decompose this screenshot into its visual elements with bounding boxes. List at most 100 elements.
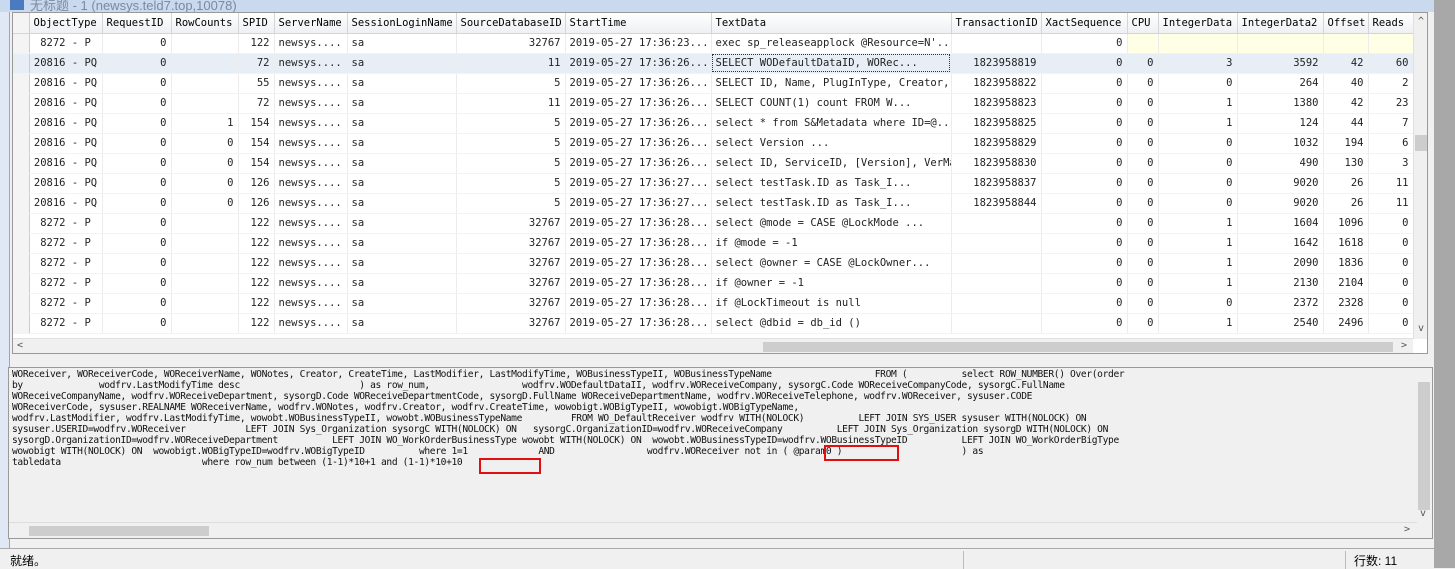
table-row[interactable]: 8272 - P 0 122 newsys.... sa 32767 2019-05-27 … xyxy=(13,213,1414,234)
row-header[interactable] xyxy=(13,253,30,274)
table-row[interactable]: 20816 - PQ 0 0 154 newsys.... sa 5 2019-05-27 1… xyxy=(13,153,1414,174)
text-horizontal-scrollbar[interactable]: > xyxy=(9,522,1417,538)
table-row[interactable]: 8272 - P 0 122 newsys.... sa 32767 2019-05-27 … xyxy=(13,233,1414,254)
row-header[interactable] xyxy=(13,153,30,174)
column-header-transactionid[interactable]: TransactionID xyxy=(951,13,1042,34)
cell-starttime: 2019-05-27 17:36:27... xyxy=(565,193,712,214)
row-header[interactable] xyxy=(13,73,30,94)
row-header[interactable] xyxy=(13,33,30,54)
row-header[interactable] xyxy=(13,313,30,334)
column-header-reads[interactable]: Reads xyxy=(1368,13,1414,34)
table-row[interactable]: 8272 - P 0 122 newsys.... sa 32767 2019-05-27 … xyxy=(13,33,1414,54)
column-header-textdata[interactable]: TextData xyxy=(711,13,952,34)
table-row[interactable]: 8272 - P 0 122 newsys.... sa 32767 2019-05-27 … xyxy=(13,253,1414,274)
column-header-integerdata2[interactable]: IntegerData2 xyxy=(1237,13,1324,34)
cell-objecttype: 8272 - P xyxy=(29,33,103,54)
cell-integerdata: 0 xyxy=(1158,193,1238,214)
column-header-rowcounts[interactable]: RowCounts xyxy=(171,13,239,34)
scroll-down-icon[interactable]: v xyxy=(1420,508,1426,519)
cell-starttime: 2019-05-27 17:36:28... xyxy=(565,253,712,274)
cell-rowcounts xyxy=(171,93,239,114)
table-row[interactable]: 20816 - PQ 0 0 126 newsys.... sa 5 2019-05-27 1… xyxy=(13,173,1414,194)
cell-reads: 3 xyxy=(1368,153,1414,174)
sql-text-pane[interactable]: WOReceiver, WOReceiverCode, WOReceiverNa… xyxy=(8,367,1433,539)
table-row[interactable]: 8272 - P 0 122 newsys.... sa 32767 2019-05-27 … xyxy=(13,273,1414,294)
cell-xactsequence: 0 xyxy=(1041,33,1128,54)
scroll-thumb[interactable] xyxy=(29,526,209,536)
scroll-thumb[interactable] xyxy=(763,342,1393,352)
column-header-requestid[interactable]: RequestID xyxy=(102,13,172,34)
column-header-servername[interactable]: ServerName xyxy=(274,13,348,34)
table-row[interactable]: 20816 - PQ 0 55 newsys.... sa 5 2019-05-27 17:… xyxy=(13,73,1414,94)
table-row[interactable]: 20816 - PQ 0 1 154 newsys.... sa 5 2019-05-27 1… xyxy=(13,113,1414,134)
column-header-objecttype[interactable]: ObjectType xyxy=(29,13,103,34)
column-header-starttime[interactable]: StartTime xyxy=(565,13,712,34)
cell-xactsequence: 0 xyxy=(1041,233,1128,254)
row-header[interactable] xyxy=(13,133,30,154)
cell-integerdata: 0 xyxy=(1158,153,1238,174)
cell-servername: newsys.... xyxy=(274,113,348,134)
cell-rowcounts: 0 xyxy=(171,153,239,174)
table-row[interactable]: 20816 - PQ 0 0 154 newsys.... sa 5 2019-05-27 1… xyxy=(13,133,1414,154)
cell-cpu: 0 xyxy=(1127,53,1159,74)
cell-requestid: 0 xyxy=(102,33,172,54)
grid-horizontal-scrollbar[interactable]: < > xyxy=(13,338,1413,353)
row-header[interactable] xyxy=(13,173,30,194)
row-header[interactable] xyxy=(13,193,30,214)
scroll-thumb[interactable] xyxy=(1418,382,1430,510)
sql-line: WOReceiveCompanyName, wodfrv.WOReceiveDe… xyxy=(12,391,1033,402)
column-header-offset[interactable]: Offset xyxy=(1323,13,1369,34)
cell-spid: 122 xyxy=(238,313,275,334)
trace-grid[interactable]: ObjectType RequestID RowCounts SPID ServerNa… xyxy=(12,12,1428,354)
column-header-sessionloginname[interactable]: SessionLoginName xyxy=(347,13,457,34)
divider xyxy=(1345,551,1346,569)
cell-transactionid xyxy=(951,273,1042,294)
table-row[interactable]: 20816 - PQ 0 72 newsys.... sa 11 2019-05-27 17… xyxy=(13,93,1414,114)
row-header[interactable] xyxy=(13,213,30,234)
cell-objecttype: 8272 - P xyxy=(29,213,103,234)
column-header-xactsequence[interactable]: XactSequence xyxy=(1041,13,1128,34)
cell-xactsequence: 0 xyxy=(1041,293,1128,314)
scroll-left-icon[interactable]: < xyxy=(17,340,23,351)
scroll-right-icon[interactable]: > xyxy=(1401,340,1407,351)
cell-reads: 2 xyxy=(1368,73,1414,94)
cell-rowcounts xyxy=(171,313,239,334)
row-header[interactable] xyxy=(13,273,30,294)
scroll-right-icon[interactable]: > xyxy=(1404,524,1410,535)
cell-cpu: 0 xyxy=(1127,233,1159,254)
scroll-thumb[interactable] xyxy=(1415,135,1427,151)
cell-requestid: 0 xyxy=(102,313,172,334)
table-row[interactable]: 20816 - PQ 0 72 newsys.... sa 11 2019-05-27 17… xyxy=(13,53,1414,74)
table-row[interactable]: 8272 - P 0 122 newsys.... sa 32767 2019-05-27 … xyxy=(13,313,1414,334)
scroll-down-icon[interactable]: v xyxy=(1418,323,1424,334)
cell-integerdata2: 1642 xyxy=(1237,233,1324,254)
text-vertical-scrollbar[interactable]: v xyxy=(1416,368,1432,523)
cell-requestid: 0 xyxy=(102,153,172,174)
table-row[interactable]: 8272 - P 0 122 newsys.... sa 32767 2019-05-27 … xyxy=(13,293,1414,314)
cell-transactionid xyxy=(951,253,1042,274)
column-header-integerdata[interactable]: IntegerData xyxy=(1158,13,1238,34)
cell-offset: 1096 xyxy=(1323,213,1369,234)
sql-line: sysorgD.OrganizationID=wodfrv.WOReceiveD… xyxy=(12,435,1119,446)
row-header[interactable] xyxy=(13,113,30,134)
grid-vertical-scrollbar[interactable]: ^ v xyxy=(1413,13,1427,339)
cell-reads: 0 xyxy=(1368,273,1414,294)
row-header[interactable] xyxy=(13,233,30,254)
cell-rowcounts: 0 xyxy=(171,193,239,214)
cell-integerdata2: 1032 xyxy=(1237,133,1324,154)
cell-spid: 154 xyxy=(238,133,275,154)
row-header[interactable] xyxy=(13,53,30,74)
column-header-sourcedatabaseid[interactable]: SourceDatabaseID xyxy=(456,13,566,34)
cell-servername: newsys.... xyxy=(274,153,348,174)
cell-spid: 55 xyxy=(238,73,275,94)
cell-rowcounts xyxy=(171,233,239,254)
column-header-cpu[interactable]: CPU xyxy=(1127,13,1159,34)
row-header[interactable] xyxy=(13,93,30,114)
table-row[interactable]: 20816 - PQ 0 0 126 newsys.... sa 5 2019-05-27 1… xyxy=(13,193,1414,214)
row-header[interactable] xyxy=(13,293,30,314)
cell-requestid: 0 xyxy=(102,193,172,214)
cell-integerdata2: 490 xyxy=(1237,153,1324,174)
scroll-up-icon[interactable]: ^ xyxy=(1418,16,1424,27)
cell-integerdata2: 264 xyxy=(1237,73,1324,94)
column-header-spid[interactable]: SPID xyxy=(238,13,275,34)
